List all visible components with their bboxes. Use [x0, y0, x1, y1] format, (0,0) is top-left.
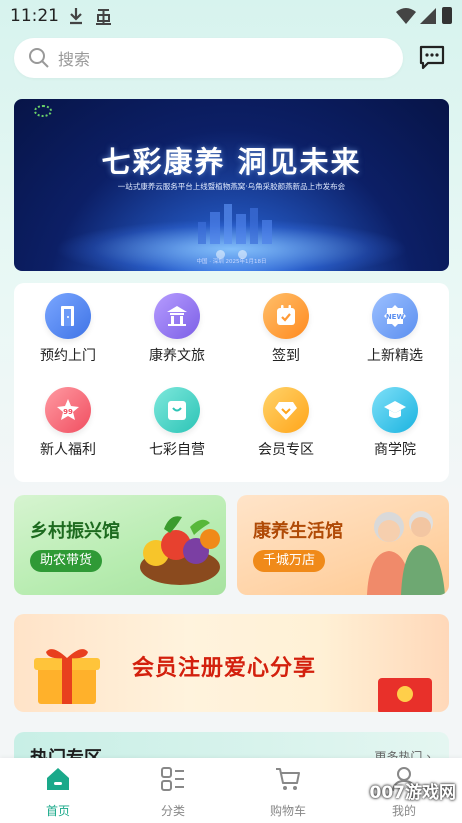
home-icon: [47, 768, 69, 790]
grid-item-academy[interactable]: 商学院: [341, 387, 449, 467]
grid-label: 商学院: [374, 442, 416, 458]
nav-label: 我的: [391, 804, 416, 818]
grid-item-travel[interactable]: 康养文旅: [123, 293, 231, 373]
grid-item-vip[interactable]: 会员专区: [232, 387, 340, 467]
new-badge-icon: NEW: [372, 293, 418, 339]
member-register-banner[interactable]: 会员注册爱心分享: [14, 614, 449, 712]
nav-category[interactable]: 分类: [133, 766, 213, 819]
grid-label: 签到: [272, 348, 300, 364]
promo-tag: 助农带货: [30, 550, 103, 572]
banner-subtitle: 一站式康养云服务平台上线暨植物燕窝·乌角采胶颜燕新品上市发布会: [117, 182, 346, 191]
feature-grid: 预约上门 康养文旅 签到 NEW 上新精选 99 新人福利 七彩自营 会员专区: [14, 283, 449, 482]
site-watermark: 007游戏网: [369, 783, 457, 803]
red-envelope-icon: [378, 678, 432, 712]
grid-item-new[interactable]: NEW 上新精选: [341, 293, 449, 373]
grid-label: 七彩自营: [149, 442, 205, 458]
grid-label: 会员专区: [258, 442, 314, 458]
pavilion-icon: [154, 293, 200, 339]
bug-icon: [96, 9, 111, 25]
status-time: 11:21: [10, 6, 59, 26]
star-99-icon: 99: [45, 387, 91, 433]
city-skyline-graphic: [198, 204, 272, 244]
search-input[interactable]: 搜索: [58, 46, 90, 70]
grid-item-checkin[interactable]: 签到: [232, 293, 340, 373]
door-icon: [45, 293, 91, 339]
shopping-bag-icon: [154, 387, 200, 433]
nav-cart[interactable]: 购物车: [248, 766, 328, 819]
status-bar: 11:21: [0, 0, 462, 34]
health-life-card[interactable]: 康养生活馆 千城万店: [237, 495, 449, 595]
message-icon[interactable]: [418, 44, 446, 70]
promo-title: 乡村振兴馆: [30, 521, 120, 542]
search-bar[interactable]: 搜索: [14, 38, 403, 78]
diamond-icon: [263, 387, 309, 433]
grid-item-welfare[interactable]: 99 新人福利: [14, 387, 122, 467]
calendar-check-icon: [263, 293, 309, 339]
grid-item-selfrun[interactable]: 七彩自营: [123, 387, 231, 467]
carousel-dot[interactable]: [216, 250, 225, 259]
promo-title: 康养生活馆: [253, 521, 343, 542]
banner-logo: [34, 105, 52, 117]
grid-label: 预约上门: [40, 348, 96, 364]
banner-title: 七彩康养 洞见未来: [101, 145, 362, 179]
grid-label: 康养文旅: [149, 348, 205, 364]
svg-text:99: 99: [63, 408, 73, 416]
search-icon: [29, 48, 49, 68]
svg-text:NEW: NEW: [386, 313, 405, 321]
nav-label: 首页: [45, 804, 70, 818]
nav-home[interactable]: 首页: [18, 766, 98, 819]
grid-label: 新人福利: [40, 442, 96, 458]
cart-icon: [276, 768, 300, 790]
banner-footer: 中国 · 深圳 2025年1月18日: [196, 259, 267, 265]
category-icon: [161, 767, 184, 791]
graduation-cap-icon: [372, 387, 418, 433]
nav-label: 购物车: [269, 804, 306, 818]
signal-icon: [420, 8, 436, 24]
grid-label: 上新精选: [367, 348, 423, 364]
elderly-couple-image: [367, 511, 445, 595]
nav-label: 分类: [160, 804, 185, 818]
battery-icon: [442, 7, 452, 24]
grid-item-booking[interactable]: 预约上门: [14, 293, 122, 373]
carousel-dot[interactable]: [238, 250, 247, 259]
hero-banner[interactable]: 七彩康养 洞见未来 一站式康养云服务平台上线暨植物燕窝·乌角采胶颜燕新品上市发布…: [14, 99, 449, 271]
gift-box-icon: [34, 649, 100, 704]
fruit-basket-image: [140, 516, 220, 585]
download-icon: [70, 8, 82, 25]
wifi-icon: [396, 8, 416, 24]
member-banner-title: 会员注册爱心分享: [132, 656, 317, 681]
promo-tag: 千城万店: [253, 550, 326, 572]
rural-revitalization-card[interactable]: 乡村振兴馆 助农带货: [14, 495, 226, 595]
